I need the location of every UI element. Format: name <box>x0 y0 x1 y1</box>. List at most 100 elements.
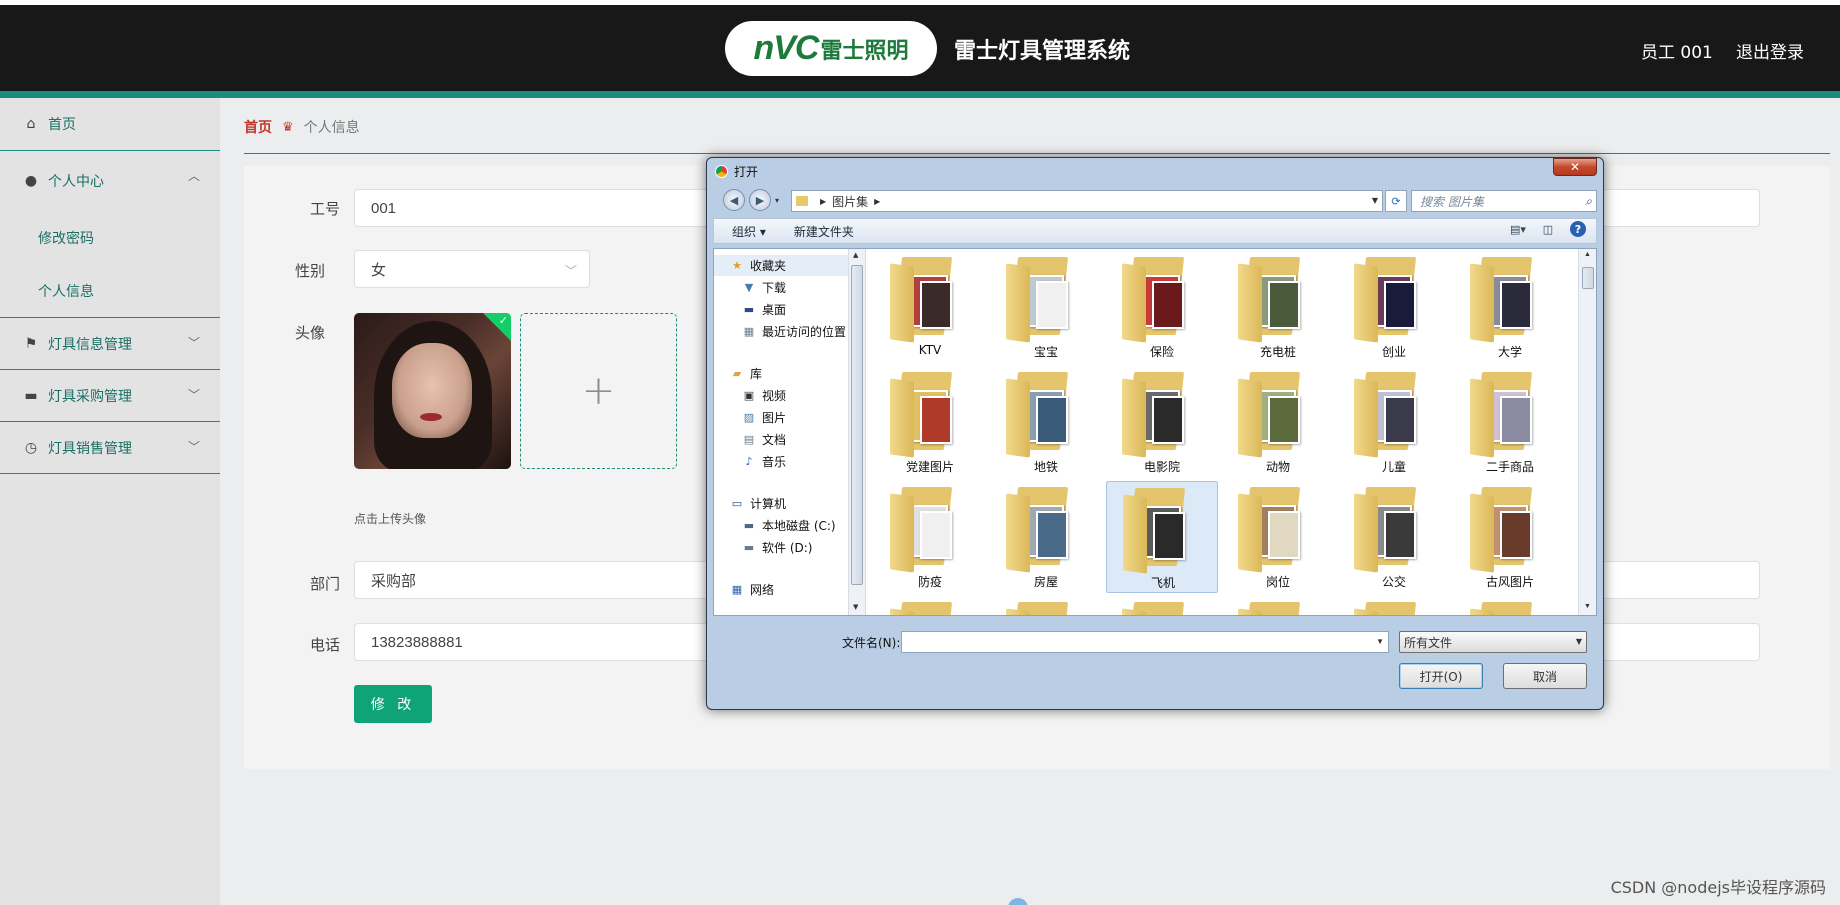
tree-scroll-thumb[interactable] <box>851 265 863 585</box>
scroll-down-icon[interactable]: ▼ <box>853 603 858 611</box>
address-dropdown-icon[interactable]: ▼ <box>1372 196 1378 205</box>
folder-item[interactable]: 充电桩 <box>1222 251 1334 363</box>
folder-icon <box>1122 602 1188 615</box>
folder-label: 动物 <box>1265 460 1290 474</box>
folder-item[interactable]: 党建图片 <box>874 366 986 478</box>
scroll-down-icon[interactable]: ▼ <box>1584 603 1591 610</box>
folder-item[interactable]: 大学 <box>1454 251 1566 363</box>
folder-item[interactable]: 飞机 <box>1106 481 1218 593</box>
folder-item[interactable]: 公交 <box>1338 481 1450 593</box>
flag-icon: ⚑ <box>24 335 38 352</box>
folder-item[interactable]: 房屋 <box>990 481 1102 593</box>
help-icon[interactable]: ? <box>1570 221 1586 237</box>
filename-input[interactable]: ▼ <box>901 631 1389 653</box>
search-icon: ⌕ <box>1585 194 1592 208</box>
new-folder-button[interactable]: 新建文件夹 <box>794 223 854 240</box>
sidebar-item-label: 灯具销售管理 <box>48 440 132 457</box>
dialog-titlebar[interactable]: 打开 ✕ <box>707 158 1603 184</box>
file-type-select[interactable]: 所有文件 ▼ <box>1399 631 1587 653</box>
tree-item-drive-d[interactable]: ▬ 软件 (D:) <box>714 537 848 558</box>
tree-item-libraries[interactable]: ▰ 库 <box>714 363 848 384</box>
back-button[interactable]: ◀ <box>723 189 745 211</box>
folder-item[interactable]: 古风图片 <box>1454 481 1566 593</box>
submit-button[interactable]: 修 改 <box>354 685 432 723</box>
folder-item-partial[interactable] <box>1338 596 1450 615</box>
avatar-image: ✓ <box>354 313 511 469</box>
tree-item-desktop[interactable]: ▬ 桌面 <box>714 299 848 320</box>
folder-item[interactable]: 儿童 <box>1338 366 1450 478</box>
folder-item[interactable]: 地铁 <box>990 366 1102 478</box>
sidebar-item-change-password[interactable]: 修改密码 <box>0 211 220 264</box>
avatar-label: 头像 <box>295 324 326 342</box>
search-input[interactable]: 搜索 图片集 ⌕ <box>1411 190 1597 212</box>
scroll-up-icon[interactable]: ▲ <box>853 251 858 259</box>
sidebar-item-lamp-sales[interactable]: ◷ 灯具销售管理 ﹀ <box>0 422 220 474</box>
close-button[interactable]: ✕ <box>1553 158 1597 176</box>
folder-item[interactable]: 岗位 <box>1222 481 1334 593</box>
drive-icon: ▬ <box>743 541 755 554</box>
cancel-button[interactable]: 取消 <box>1503 663 1587 689</box>
tree-scrollbar[interactable]: ▲ ▼ <box>848 249 865 615</box>
sidebar-item-personal-center[interactable]: ● 个人中心 ︿ <box>0 151 220 211</box>
folder-item[interactable]: 宝宝 <box>990 251 1102 363</box>
folder-icon <box>1238 372 1304 458</box>
folder-item[interactable]: 电影院 <box>1106 366 1218 478</box>
breadcrumb-current: 个人信息 <box>303 120 360 136</box>
tree-item-documents[interactable]: ▤ 文档 <box>714 429 848 450</box>
clock-icon: ◷ <box>24 439 38 456</box>
folder-item[interactable]: 二手商品 <box>1454 366 1566 478</box>
preview-pane-icon[interactable]: ◫ <box>1540 222 1556 236</box>
history-dropdown-icon[interactable]: ▾ <box>775 196 779 205</box>
folder-item-partial[interactable] <box>1222 596 1334 615</box>
view-options-icon[interactable]: ▤▾ <box>1510 222 1526 236</box>
folder-item[interactable]: 保险 <box>1106 251 1218 363</box>
avatar-upload-button[interactable]: + <box>520 313 677 469</box>
folder-item-partial[interactable] <box>874 596 986 615</box>
tree-item-music[interactable]: ♪ 音乐 <box>714 451 848 472</box>
folder-item[interactable]: 创业 <box>1338 251 1450 363</box>
tree-item-favorites[interactable]: ★ 收藏夹 <box>714 255 848 276</box>
drive-icon: ▬ <box>743 519 755 532</box>
tree-item-recent[interactable]: ▦ 最近访问的位置 <box>714 321 848 342</box>
tree-item-drive-c[interactable]: ▬ 本地磁盘 (C:) <box>714 515 848 536</box>
scroll-up-icon[interactable]: ▲ <box>1584 251 1591 258</box>
grid-scroll-thumb[interactable] <box>1582 267 1594 289</box>
folder-item-partial[interactable] <box>1454 596 1566 615</box>
tree-item-network[interactable]: ▦ 网络 <box>714 579 848 600</box>
current-user: 员工 001 <box>1641 43 1713 63</box>
folder-label: 党建图片 <box>905 460 954 474</box>
chevron-right-icon: ▶ <box>820 196 827 206</box>
sidebar-item-personal-info[interactable]: 个人信息 <box>0 264 220 317</box>
sidebar-item-lamp-info[interactable]: ⚑ 灯具信息管理 ﹀ <box>0 318 220 370</box>
filename-dropdown-icon[interactable]: ▼ <box>1376 637 1384 646</box>
breadcrumb-home[interactable]: 首页 <box>244 117 272 137</box>
folder-icon <box>890 257 956 343</box>
tree-item-computer[interactable]: ▭ 计算机 <box>714 493 848 514</box>
forward-button[interactable]: ▶ <box>749 189 771 211</box>
tree-item-videos[interactable]: ▣ 视频 <box>714 385 848 406</box>
sidebar-item-home[interactable]: ⌂ 首页 <box>0 98 220 151</box>
folder-label: 防疫 <box>917 575 942 589</box>
folder-label: 飞机 <box>1150 576 1175 590</box>
dialog-body: ★ 收藏夹 ▼ 下载 ▬ 桌面 ▦ 最近访问的位置 ▰ 库 ▣ 视频 ▨ 图片 … <box>713 248 1597 616</box>
folder-item[interactable]: 动物 <box>1222 366 1334 478</box>
folder-label: 二手商品 <box>1485 460 1534 474</box>
user-icon: ● <box>24 173 38 189</box>
folder-item-partial[interactable] <box>990 596 1102 615</box>
folder-item-partial[interactable] <box>1106 596 1218 615</box>
tree-item-downloads[interactable]: ▼ 下载 <box>714 277 848 298</box>
folder-icon <box>1123 488 1189 574</box>
address-bar[interactable]: ▶ 图片集 ▶ ▼ <box>791 190 1383 212</box>
logout-link[interactable]: 退出登录 <box>1736 38 1804 63</box>
folder-item[interactable]: KTV <box>874 251 986 363</box>
open-button[interactable]: 打开(O) <box>1399 663 1483 689</box>
organize-menu[interactable]: 组织 ▾ <box>732 223 766 240</box>
sidebar-item-lamp-purchase[interactable]: ▬ 灯具采购管理 ﹀ <box>0 370 220 422</box>
grid-scrollbar[interactable]: ▲ ▼ <box>1578 249 1596 615</box>
tree-item-pictures[interactable]: ▨ 图片 <box>714 407 848 428</box>
folder-item[interactable]: 防疫 <box>874 481 986 593</box>
gender-select[interactable]: 女 ﹀ <box>354 250 590 288</box>
logo-cn-text: 雷士照明 <box>820 38 909 64</box>
brand-logo: nVC 雷士照明 <box>725 21 937 76</box>
refresh-button[interactable]: ⟳ <box>1385 190 1407 212</box>
